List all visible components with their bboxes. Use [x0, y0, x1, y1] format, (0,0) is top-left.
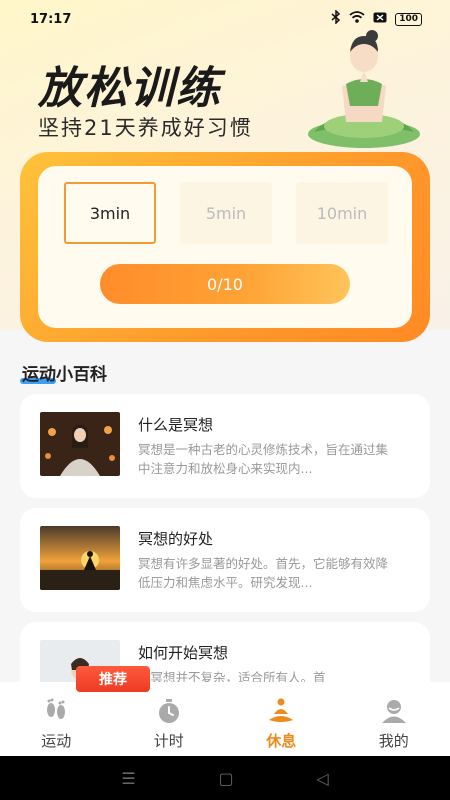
tab-label: 我的	[378, 732, 409, 750]
menu-icon[interactable]: ☰	[121, 769, 135, 788]
article-description: 冥想有许多显著的好处。首先，它能够有效降低压力和焦虑水平。研究发现...	[138, 556, 389, 590]
article-title: 冥想的好处	[138, 530, 214, 548]
section-title: 运动小百科	[22, 365, 107, 385]
tab-sport[interactable]: 运动	[0, 682, 113, 756]
system-navigation-bar: ☰ ▢ ◁	[0, 756, 450, 800]
bottom-tab-bar: 运动 计时 休息 我的	[0, 682, 450, 756]
duration-option-5min[interactable]: 5min	[180, 182, 272, 244]
timer-card: 3min 5min 10min 0/10	[20, 152, 430, 342]
tab-label: 计时	[153, 732, 184, 750]
tab-label: 运动	[41, 732, 72, 750]
page-subtitle: 坚持21天养成好习惯	[38, 116, 253, 140]
tab-mine[interactable]: 我的	[338, 682, 450, 756]
article-card-meditation-benefits[interactable]: 冥想的好处 冥想有许多显著的好处。首先，它能够有效降低压力和焦虑水平。研究发现.…	[20, 508, 430, 612]
meditation-illustration	[308, 30, 420, 148]
tab-timer[interactable]: 计时	[113, 682, 226, 756]
article-card-what-is-meditation[interactable]: 什么是冥想 冥想是一种古老的心灵修炼技术，旨在通过集中注意力和放松身心来实现内.…	[20, 394, 430, 498]
timer-card-inner: 3min 5min 10min 0/10	[38, 166, 412, 328]
status-time: 17:17	[30, 11, 72, 27]
duration-option-3min[interactable]: 3min	[64, 182, 156, 244]
article-thumbnail	[40, 526, 120, 590]
article-description: 冥想是一种古老的心灵修炼技术，旨在通过集中注意力和放松身心来实现内...	[138, 442, 389, 476]
article-thumbnail	[40, 412, 120, 476]
timer-icon	[158, 699, 179, 723]
duration-option-10min[interactable]: 10min	[296, 182, 388, 244]
home-icon[interactable]: ▢	[218, 769, 233, 788]
back-icon[interactable]: ◁	[316, 769, 328, 788]
tab-label: 休息	[266, 732, 297, 750]
user-icon	[381, 700, 406, 723]
footprints-icon	[47, 698, 66, 719]
article-title: 如何开始冥想	[138, 644, 229, 662]
meditation-icon	[269, 698, 294, 722]
tab-rest[interactable]: 休息	[225, 682, 338, 756]
page-title: 放松训练	[38, 63, 222, 114]
article-title: 什么是冥想	[138, 416, 214, 434]
recommend-badge[interactable]: 推荐	[76, 666, 150, 692]
start-progress-button[interactable]: 0/10	[100, 264, 350, 304]
